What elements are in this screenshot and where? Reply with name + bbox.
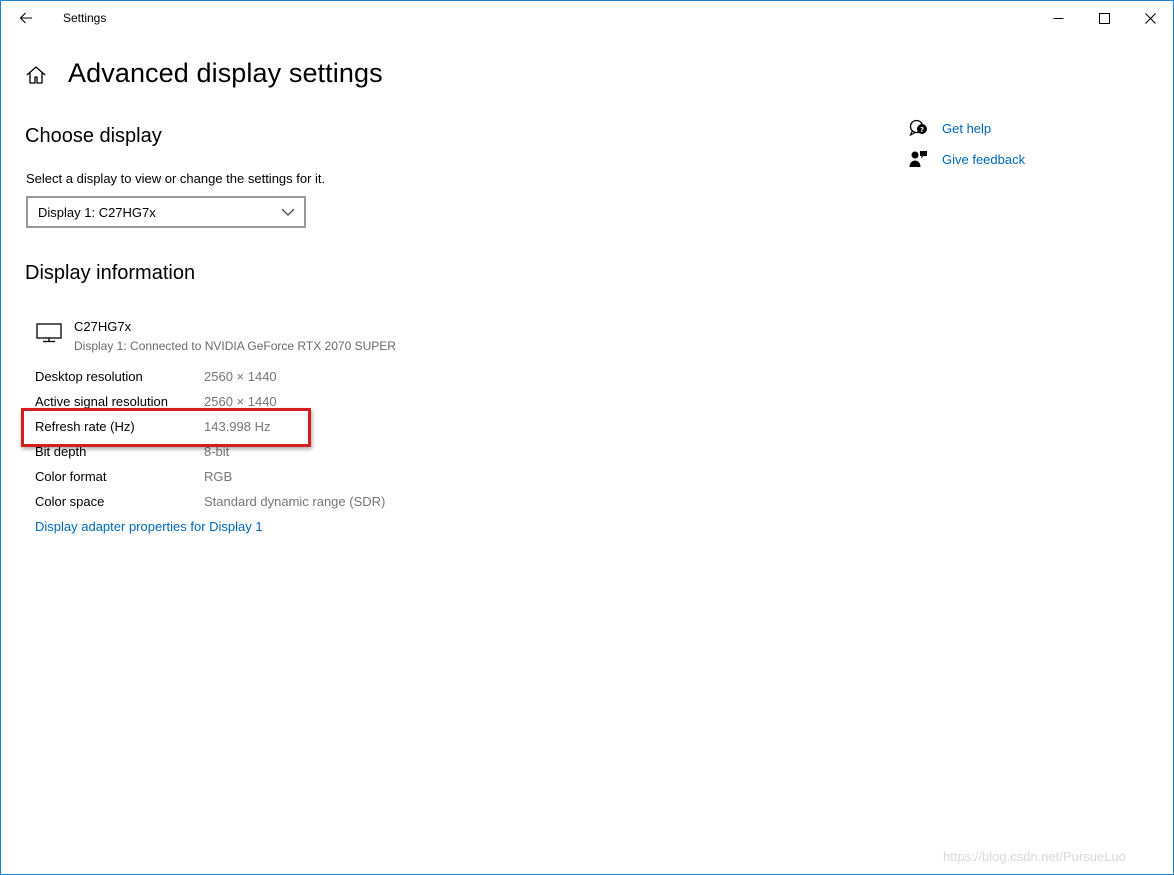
help-chat-icon: ? [909, 119, 927, 137]
choose-display-heading: Choose display [25, 125, 162, 147]
window-title: Settings [63, 11, 107, 25]
give-feedback-text: Give feedback [942, 151, 1026, 167]
minimize-button[interactable] [1035, 1, 1081, 35]
home-icon [26, 66, 46, 84]
feedback-person-icon [909, 151, 927, 167]
active-signal-resolution-label: Active signal resolution [35, 394, 168, 409]
close-button[interactable] [1127, 1, 1173, 35]
maximize-button[interactable] [1081, 1, 1127, 35]
back-button[interactable] [9, 3, 43, 33]
home-button[interactable] [25, 64, 47, 86]
refresh-rate-highlight [21, 408, 311, 447]
chevron-down-icon [281, 208, 295, 216]
monitor-name: C27HG7x [74, 319, 132, 334]
color-space-label: Color space [35, 494, 105, 509]
page-title: Advanced display settings [68, 58, 383, 88]
active-signal-resolution-value: 2560 × 1440 [204, 394, 277, 409]
get-help-text: Get help [942, 120, 992, 136]
display-select-value: Display 1: C27HG7x [38, 205, 156, 220]
close-icon [1144, 12, 1156, 24]
monitor-icon [36, 323, 62, 343]
svg-text:?: ? [920, 126, 924, 134]
color-space-value: Standard dynamic range (SDR) [204, 494, 386, 509]
desktop-resolution-label: Desktop resolution [35, 369, 143, 384]
title-bar: Settings [1, 1, 1173, 35]
display-select[interactable]: Display 1: C27HG7x [26, 196, 306, 228]
display-information-heading: Display information [25, 262, 196, 284]
color-format-label: Color format [35, 469, 107, 484]
back-arrow-icon [19, 12, 32, 24]
maximize-icon [1098, 12, 1110, 24]
monitor-connection: Display 1: Connected to NVIDIA GeForce R… [74, 339, 396, 353]
give-feedback-link[interactable]: Give feedback [909, 149, 1025, 169]
select-display-label: Select a display to view or change the s… [26, 171, 326, 186]
desktop-resolution-value: 2560 × 1440 [204, 369, 277, 384]
watermark-text: https://blog.csdn.net/PursueLuo [943, 849, 1126, 864]
minimize-icon [1053, 17, 1063, 19]
color-format-value: RGB [204, 469, 233, 484]
settings-window: Settings Advanced display settings Choos… [0, 0, 1174, 875]
get-help-link[interactable]: ? Get help [909, 118, 991, 138]
display-adapter-properties-link[interactable]: Display adapter properties for Display 1 [35, 519, 263, 534]
